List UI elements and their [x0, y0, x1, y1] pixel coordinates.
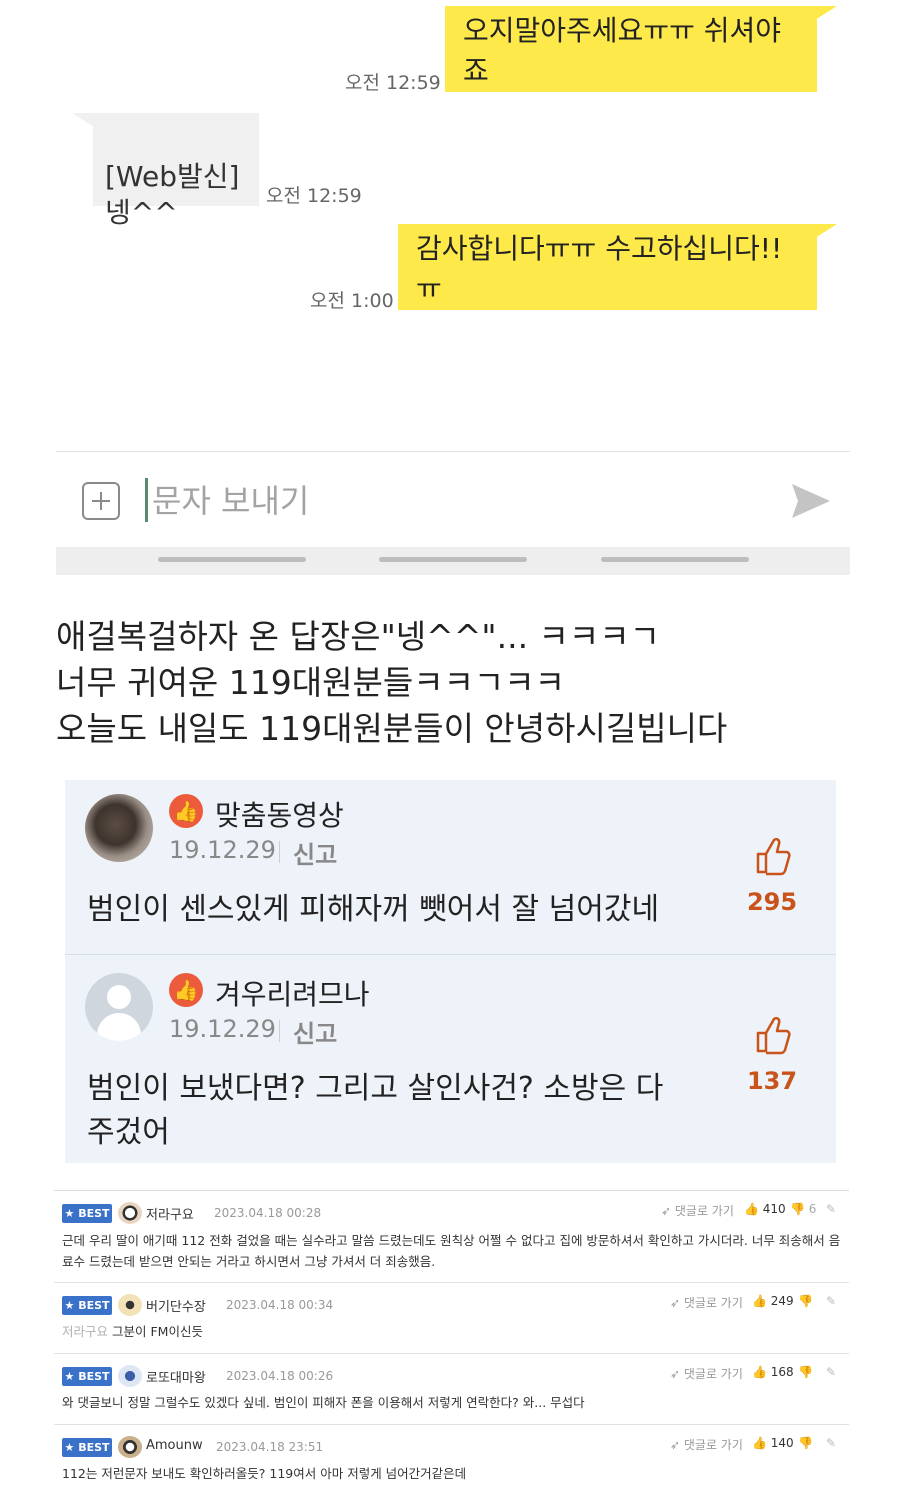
send-icon[interactable] — [790, 482, 832, 520]
report-link[interactable]: 신고 — [293, 835, 337, 870]
sent-message-1: 오지말아주세요ㅠㅠ 쉬셔야죠 — [463, 14, 782, 87]
message-time: 오전 12:59 — [345, 72, 441, 94]
list-item: ★ BEST 로또대마왕 2023.04.18 00:26 ➶ 댓글로 가기 👍… — [54, 1354, 849, 1425]
divider — [279, 841, 280, 863]
list-item: ★ BEST 저라구요 2023.04.18 00:28 ➶ 댓글로 가기 👍 … — [54, 1191, 849, 1283]
report-icon[interactable]: ✎ — [826, 1202, 836, 1216]
comment-card: 👍 겨우리려므나 19.12.29 신고 범인이 보냈다면? 그리고 살인사건?… — [65, 955, 836, 1163]
text-cursor — [145, 478, 148, 522]
nav-bar — [56, 547, 850, 575]
message-time: 오전 12:59 — [266, 185, 362, 207]
received-bubble-1: [Web발신] 넹^^ — [93, 113, 259, 229]
sent-bubble-2: 감사합니다ㅠㅠ 수고하십니다!!ㅠ — [398, 224, 817, 310]
report-icon[interactable]: ✎ — [826, 1365, 836, 1379]
dislike-icon[interactable]: 👎 — [798, 1294, 813, 1308]
comment-card: 👍 맞춤동영상 19.12.29 신고 범인이 센스있게 피해자꺼 뺏어서 잘 … — [65, 780, 836, 954]
comment-text: 와 댓글보니 정말 그럴수도 있겠다 싶네. 범인이 피해자 폰을 이용해서 저… — [62, 1395, 585, 1410]
like-thumb-icon[interactable] — [752, 834, 792, 876]
caption-line-3: 오늘도 내일도 119대원분들이 안녕하시길빕니다 — [56, 709, 728, 748]
best-badge: ★ BEST — [62, 1367, 112, 1386]
comment-date: 2023.04.18 23:51 — [216, 1440, 324, 1454]
comment-author[interactable]: 맞춤동영상 — [215, 794, 344, 834]
comment-date: 19.12.29 — [169, 836, 276, 864]
comment-date: 19.12.29 — [169, 1015, 276, 1043]
dislike-count[interactable]: 👎 6 — [790, 1202, 816, 1216]
bubble-tail — [72, 113, 94, 127]
like-count: 295 — [746, 888, 798, 916]
avatar[interactable] — [85, 973, 153, 1041]
comment-author[interactable]: 로또대마왕 — [146, 1367, 206, 1386]
message-time: 오전 1:00 — [310, 290, 394, 312]
sent-bubble-1: 오지말아주세요ㅠㅠ 쉬셔야죠 — [445, 6, 817, 92]
user-level-icon — [118, 1294, 142, 1316]
list-item: ★ BEST Amounw 2023.04.18 23:51 ➶ 댓글로 가기 … — [54, 1425, 849, 1495]
user-level-icon — [118, 1202, 142, 1224]
nav-indicator[interactable] — [158, 557, 306, 562]
comment-text: 저라구요 그분이 FM이신듯 — [62, 1324, 203, 1339]
thumbs-up-badge-icon: 👍 — [169, 973, 203, 1007]
nav-indicator[interactable] — [379, 557, 527, 562]
comment-date: 2023.04.18 00:26 — [226, 1369, 334, 1383]
comment-author[interactable]: 겨우리려므나 — [215, 973, 370, 1013]
message-input[interactable]: 문자 보내기 — [152, 476, 309, 522]
reply-link[interactable]: ➶ 댓글로 가기 — [670, 1365, 743, 1382]
reply-link[interactable]: ➶ 댓글로 가기 — [670, 1294, 743, 1311]
best-badge: ★ BEST — [62, 1296, 112, 1315]
comment-text: 근데 우리 딸이 애기때 112 전화 걸었을 때는 실수라고 말씀 드렸는데도… — [62, 1233, 841, 1269]
reply-link[interactable]: ➶ 댓글로 가기 — [670, 1436, 743, 1453]
reply-link[interactable]: ➶ 댓글로 가기 — [661, 1202, 734, 1219]
divider — [279, 1020, 280, 1042]
dislike-icon[interactable]: 👎 — [798, 1365, 813, 1379]
sent-message-2: 감사합니다ㅠㅠ 수고하십니다!!ㅠ — [416, 232, 783, 305]
comment-text: 범인이 센스있게 피해자꺼 뺏어서 잘 넘어갔네 — [87, 892, 660, 927]
comment-text: 범인이 보냈다면? 그리고 살인사건? 소방은 다 주겄어 — [87, 1071, 664, 1150]
best-badge: ★ BEST — [62, 1204, 112, 1223]
user-level-icon — [118, 1436, 142, 1458]
best-comments-list: ★ BEST 저라구요 2023.04.18 00:28 ➶ 댓글로 가기 👍 … — [54, 1190, 849, 1496]
bubble-tail — [815, 224, 837, 238]
report-link[interactable]: 신고 — [293, 1014, 337, 1049]
like-count[interactable]: 👍 168 — [752, 1365, 794, 1379]
best-badge: ★ BEST — [62, 1438, 112, 1457]
reply-target[interactable]: 저라구요 — [62, 1324, 108, 1339]
avatar[interactable] — [85, 794, 153, 862]
report-icon[interactable]: ✎ — [826, 1436, 836, 1450]
list-item: ★ BEST 버기단수장 2023.04.18 00:34 ➶ 댓글로 가기 👍… — [54, 1283, 849, 1354]
thumbs-up-badge-icon: 👍 — [169, 794, 203, 828]
like-count: 137 — [746, 1067, 798, 1095]
attach-plus-icon[interactable] — [82, 482, 120, 520]
like-count[interactable]: 👍 140 — [752, 1436, 794, 1450]
dislike-icon[interactable]: 👎 — [798, 1436, 813, 1450]
comment-text: 112는 저런문자 보내도 확인하러올듯? 119여서 아마 저렇게 넘어간거같… — [62, 1466, 467, 1481]
comment-author[interactable]: 저라구요 — [146, 1204, 194, 1223]
report-icon[interactable]: ✎ — [826, 1294, 836, 1308]
comment-author[interactable]: Amounw — [146, 1438, 203, 1453]
received-message-1: [Web발신] 넹^^ — [105, 160, 240, 229]
comment-date: 2023.04.18 00:28 — [214, 1206, 322, 1220]
caption-line-1: 애걸복걸하자 온 답장은"넹^^"... ㅋㅋㅋㄱ — [56, 617, 660, 656]
like-count[interactable]: 👍 249 — [752, 1294, 794, 1308]
message-composer: 문자 보내기 — [56, 451, 850, 548]
like-count[interactable]: 👍 410 — [744, 1202, 786, 1216]
comment-date: 2023.04.18 00:34 — [226, 1298, 334, 1312]
like-thumb-icon[interactable] — [752, 1013, 792, 1055]
bubble-tail — [815, 6, 837, 20]
comment-author[interactable]: 버기단수장 — [146, 1296, 206, 1315]
user-level-icon — [118, 1365, 142, 1387]
nav-indicator[interactable] — [601, 557, 749, 562]
caption-line-2: 너무 귀여운 119대원분들ㅋㅋㄱㅋㅋ — [56, 663, 566, 702]
